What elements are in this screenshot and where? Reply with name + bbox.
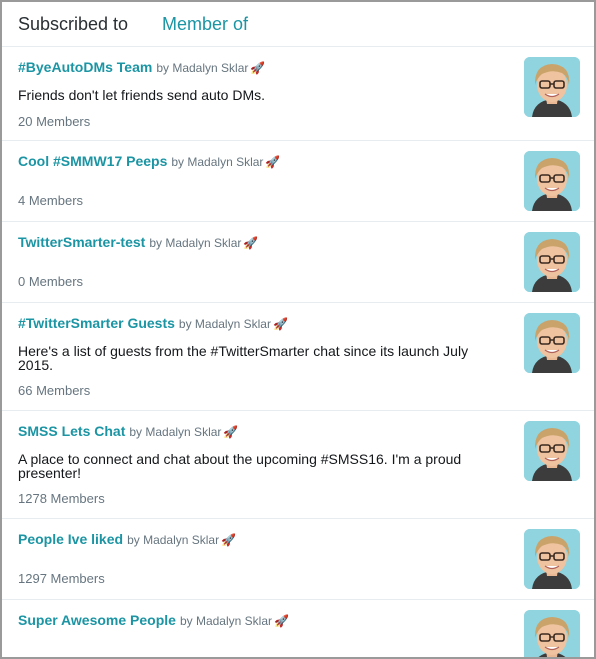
lists-container: #ByeAutoDMs Team by Madalyn Sklar 🚀 Friend… <box>2 47 594 657</box>
list-owner-label: by Madalyn Sklar <box>129 425 222 439</box>
list-name-link[interactable]: People Ive liked <box>18 531 123 547</box>
rocket-icon: 🚀 <box>274 614 289 628</box>
list-owner-label: by Madalyn Sklar <box>171 155 264 169</box>
list-item[interactable]: TwitterSmarter-test by Madalyn Sklar 🚀 0 M… <box>2 222 594 303</box>
list-name-link[interactable]: #ByeAutoDMs Team <box>18 59 152 75</box>
list-item[interactable]: Super Awesome People by Madalyn Sklar 🚀 <box>2 600 594 657</box>
member-count-link[interactable]: 4 Members <box>18 193 83 208</box>
owner-avatar[interactable] <box>524 421 580 481</box>
list-name-link[interactable]: Cool #SMMW17 Peeps <box>18 153 167 169</box>
rocket-icon: 🚀 <box>223 425 239 439</box>
list-item[interactable]: #TwitterSmarter Guests by Madalyn Sklar 🚀 … <box>2 303 594 411</box>
list-item[interactable]: Cool #SMMW17 Peeps by Madalyn Sklar 🚀 4 Me… <box>2 141 594 222</box>
list-item-header: People Ive liked by Madalyn Sklar 🚀 <box>18 531 236 549</box>
owner-avatar[interactable] <box>524 610 580 657</box>
rocket-icon: 🚀 <box>265 155 281 169</box>
member-count-link[interactable]: 20 Members <box>18 114 90 129</box>
owner-avatar[interactable] <box>524 57 580 117</box>
list-description: Here's a list of guests from the #Twitte… <box>18 343 469 373</box>
list-description: Friends don't let friends send auto DMs. <box>18 87 266 103</box>
list-item-header: #TwitterSmarter Guests by Madalyn Sklar 🚀 <box>18 315 288 333</box>
member-count-link[interactable]: 66 Members <box>18 383 90 398</box>
member-count-link[interactable]: 1278 Members <box>18 491 105 506</box>
list-name-link[interactable]: Super Awesome People <box>18 612 176 628</box>
list-item-header: TwitterSmarter-test by Madalyn Sklar 🚀 <box>18 234 258 252</box>
tab-subscribed-to[interactable]: Subscribed to <box>18 14 128 35</box>
list-item-header: Super Awesome People by Madalyn Sklar 🚀 <box>18 612 289 630</box>
owner-avatar[interactable] <box>524 313 580 373</box>
list-item[interactable]: SMSS Lets Chat by Madalyn Sklar 🚀 A place … <box>2 411 594 519</box>
owner-avatar[interactable] <box>524 151 580 211</box>
owner-avatar[interactable] <box>524 529 580 589</box>
list-owner-label: by Madalyn Sklar <box>149 236 242 250</box>
list-name-link[interactable]: TwitterSmarter-test <box>18 234 145 250</box>
list-item[interactable]: People Ive liked by Madalyn Sklar 🚀 1297 M… <box>2 519 594 600</box>
list-item-header: Cool #SMMW17 Peeps by Madalyn Sklar 🚀 <box>18 153 280 171</box>
list-owner-label: by Madalyn Sklar <box>179 614 272 628</box>
member-count-link[interactable]: 0 Members <box>18 274 83 289</box>
list-item-header: #ByeAutoDMs Team by Madalyn Sklar 🚀 <box>18 59 265 77</box>
list-name-link[interactable]: #TwitterSmarter Guests <box>18 315 175 331</box>
tab-bar: Subscribed to Member of <box>2 2 594 47</box>
tab-member-of[interactable]: Member of <box>162 14 248 35</box>
lists-panel: Subscribed to Member of #ByeAutoDMs Team… <box>0 0 596 659</box>
list-description: A place to connect and chat about the up… <box>18 451 462 481</box>
rocket-icon: 🚀 <box>221 533 237 547</box>
rocket-icon: 🚀 <box>243 236 259 250</box>
list-owner-label: by Madalyn Sklar <box>178 317 271 331</box>
list-name-link[interactable]: SMSS Lets Chat <box>18 423 125 439</box>
rocket-icon: 🚀 <box>272 317 288 331</box>
list-owner-label: by Madalyn Sklar <box>156 61 249 75</box>
list-item[interactable]: #ByeAutoDMs Team by Madalyn Sklar 🚀 Friend… <box>2 47 594 141</box>
rocket-icon: 🚀 <box>250 61 266 75</box>
list-item-header: SMSS Lets Chat by Madalyn Sklar 🚀 <box>18 423 238 441</box>
member-count-link[interactable]: 1297 Members <box>18 571 105 586</box>
owner-avatar[interactable] <box>524 232 580 292</box>
list-owner-label: by Madalyn Sklar <box>127 533 220 547</box>
